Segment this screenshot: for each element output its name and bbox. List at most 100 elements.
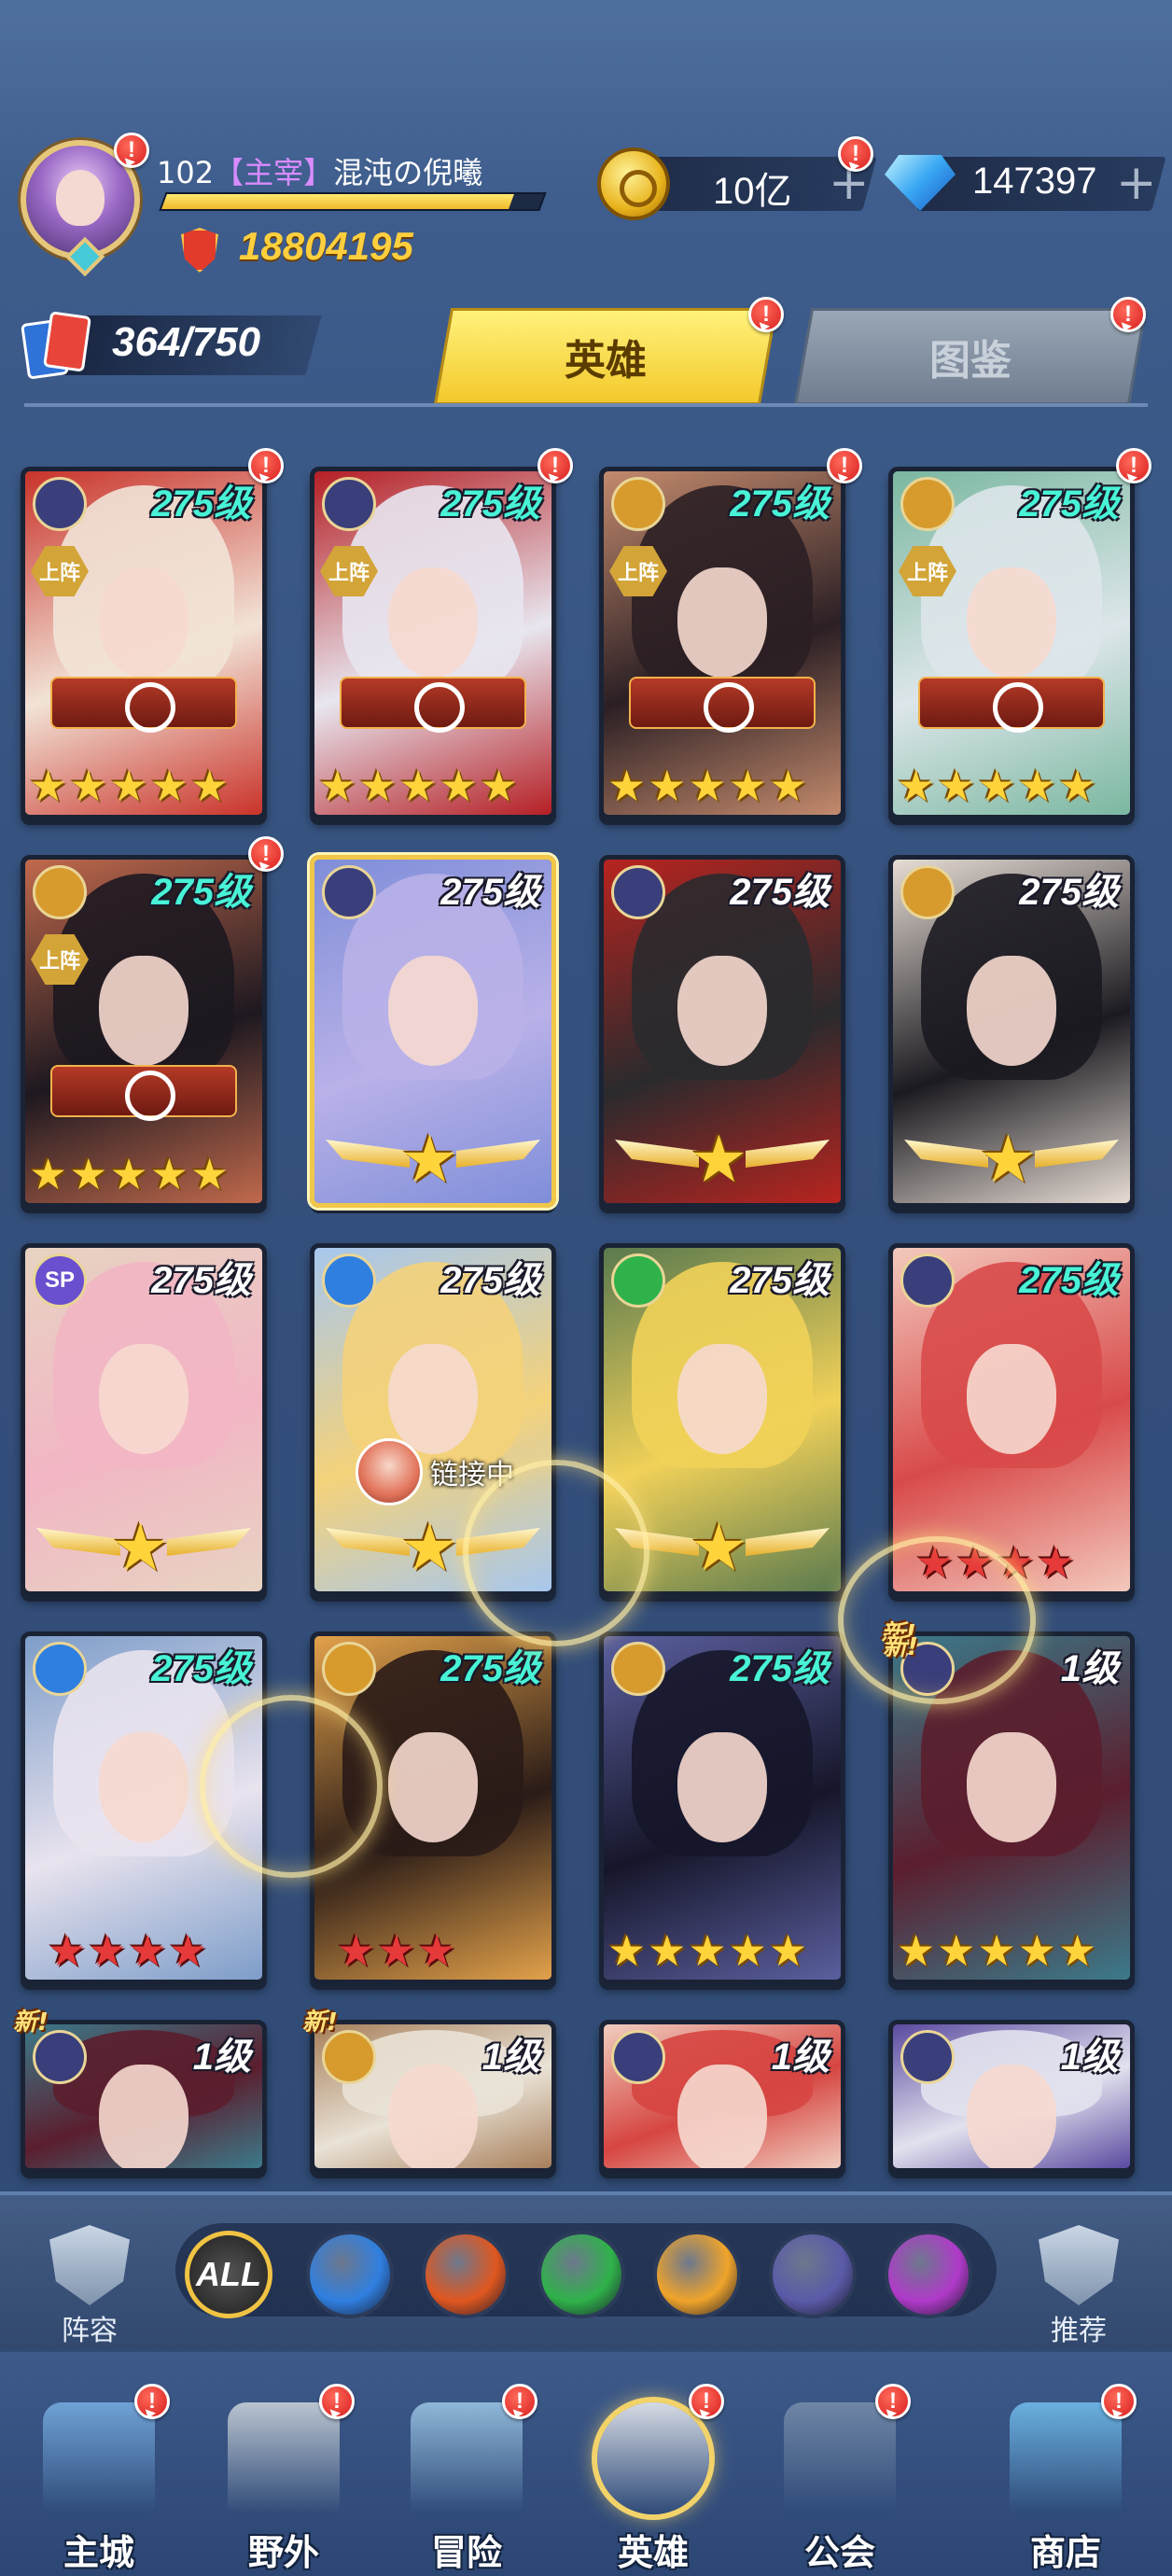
hero-card[interactable]: 275级 上阵 ★ ★ ★ ★ ★ bbox=[21, 467, 267, 819]
tab-heroes-label: 英雄 bbox=[565, 337, 647, 385]
wing-right bbox=[1035, 1140, 1119, 1168]
star-icon: ★ bbox=[915, 1537, 955, 1588]
hero-card[interactable]: 275级 上阵 ★ ★ ★ ★ ★ bbox=[888, 467, 1135, 819]
hero-alert-icon: ! bbox=[248, 836, 284, 872]
filter-chaos-icon[interactable] bbox=[885, 2231, 972, 2318]
hero-alert-icon: ! bbox=[537, 448, 573, 483]
filter-dark-icon[interactable] bbox=[769, 2231, 857, 2318]
hero-card[interactable]: 275级 ★ bbox=[599, 1243, 845, 1596]
hero-face bbox=[967, 1732, 1056, 1843]
wing-left bbox=[326, 1528, 410, 1556]
hero-level: 275级 bbox=[730, 872, 830, 913]
star-rating: ★ ★ ★ ★ ★ bbox=[318, 764, 548, 807]
star-rating: ★ ★ ★ ★ ★ bbox=[607, 764, 837, 807]
faction-dark-icon bbox=[322, 865, 376, 919]
wing-right bbox=[456, 1528, 540, 1556]
avatar-gem-icon bbox=[64, 236, 105, 277]
faction-light-icon bbox=[900, 865, 955, 919]
new-badge: 新! bbox=[883, 1633, 918, 1661]
hero-face bbox=[677, 1732, 767, 1843]
nav-label: 英雄 bbox=[617, 2532, 689, 2573]
recommend-button[interactable]: 推荐 bbox=[1032, 2225, 1125, 2347]
hero-face bbox=[388, 1732, 478, 1843]
hero-emblem-icon bbox=[50, 677, 237, 733]
hero-face bbox=[99, 956, 188, 1067]
wing-right bbox=[746, 1140, 830, 1168]
hero-level: 275级 bbox=[1019, 872, 1119, 913]
hero-card[interactable]: 1级 bbox=[888, 2020, 1135, 2173]
star-icon: ★ bbox=[318, 761, 357, 811]
tab-codex-label: 图鉴 bbox=[929, 337, 1012, 385]
hero-card[interactable]: 275级 ★ ★ ★ ★ ★ bbox=[599, 1631, 845, 1984]
star-rating: ★ ★ ★ ★ bbox=[29, 1929, 258, 1972]
hero-card[interactable]: 275级 上阵 ★ ★ ★ ★ ★ bbox=[599, 467, 845, 819]
portal-icon bbox=[228, 2402, 340, 2514]
trident-icon bbox=[411, 2402, 523, 2514]
hero-card[interactable]: 275级 链接中 ★ bbox=[310, 1243, 556, 1596]
filter-water-icon[interactable] bbox=[306, 2231, 394, 2318]
hero-face bbox=[677, 956, 767, 1067]
star-icon: ★ bbox=[109, 761, 148, 811]
faction-sp-icon: SP bbox=[33, 1253, 87, 1308]
lineup-label: 阵容 bbox=[62, 2315, 118, 2347]
star-icon: ★ bbox=[897, 1925, 936, 1976]
faction-dark-icon bbox=[33, 477, 87, 531]
hero-card[interactable]: 275级 ★ ★ ★ ★ bbox=[21, 1631, 267, 1984]
star-icon: ★ bbox=[977, 1925, 1016, 1976]
faction-dark-icon bbox=[33, 2030, 87, 2084]
faction-dark-icon bbox=[611, 2030, 665, 2084]
star-icon: ★ bbox=[607, 1925, 647, 1976]
filter-light-icon[interactable] bbox=[653, 2231, 741, 2318]
tab-codex[interactable]: 图鉴 bbox=[793, 308, 1148, 405]
player-name-line: 102【主宰】混沌の倪曦 bbox=[157, 149, 482, 192]
star-rating: ★ ★ ★ ★ bbox=[897, 1541, 1126, 1584]
winged-star-icon: ★ bbox=[326, 1127, 540, 1194]
hero-card[interactable]: 275级 ★ ★ ★ ★ bbox=[888, 1243, 1135, 1596]
diamond-plus-button[interactable]: + bbox=[1116, 159, 1157, 207]
nav-label: 冒险 bbox=[430, 2532, 502, 2573]
hero-card[interactable]: 275级 ★ bbox=[310, 855, 556, 1208]
hero-level: 1级 bbox=[481, 2037, 540, 2078]
hero-card[interactable]: 275级 ★ ★ ★ bbox=[310, 1631, 556, 1984]
nav-alert-icon: ! bbox=[1101, 2384, 1137, 2419]
star-icon: ★ bbox=[688, 761, 727, 811]
hero-level: 275级 bbox=[440, 872, 540, 913]
hero-face bbox=[967, 567, 1056, 679]
hero-card[interactable]: SP 275级 ★ bbox=[21, 1243, 267, 1596]
hero-card[interactable]: 275级 ★ bbox=[599, 855, 845, 1208]
hero-card[interactable]: 1级 bbox=[310, 2020, 556, 2173]
hero-emblem-icon bbox=[629, 677, 816, 733]
lineup-button[interactable]: 阵容 bbox=[43, 2225, 136, 2347]
tab-heroes[interactable]: 英雄 bbox=[433, 308, 778, 405]
star-icon: ★ bbox=[69, 761, 108, 811]
hero-card[interactable]: 1级 bbox=[599, 2020, 845, 2173]
hero-level: 1级 bbox=[771, 2037, 830, 2078]
hero-card[interactable]: 275级 上阵 ★ ★ ★ ★ ★ bbox=[21, 855, 267, 1208]
hero-level: 275级 bbox=[440, 483, 540, 525]
hero-card[interactable]: 275级 上阵 ★ ★ ★ ★ ★ bbox=[310, 467, 556, 819]
player-title: 【主宰】 bbox=[214, 155, 334, 190]
hero-card[interactable]: 1级 ★ ★ ★ ★ ★ bbox=[888, 1631, 1135, 1984]
star-icon: ★ bbox=[400, 1509, 459, 1586]
star-icon: ★ bbox=[897, 761, 936, 811]
star-icon: ★ bbox=[1017, 1925, 1056, 1976]
hero-level: 275级 bbox=[1019, 483, 1119, 525]
linking-indicator: 链接中 bbox=[356, 1438, 514, 1505]
exp-bar bbox=[159, 192, 547, 211]
hero-face bbox=[99, 2065, 188, 2168]
avatar-face bbox=[56, 170, 105, 226]
filter-fire-icon[interactable] bbox=[422, 2231, 509, 2318]
nav-alert-icon: ! bbox=[319, 2384, 355, 2419]
hero-card[interactable]: 275级 ★ bbox=[888, 855, 1135, 1208]
filter-all-button[interactable]: ALL bbox=[185, 2231, 272, 2318]
nav-label: 主城 bbox=[63, 2532, 134, 2573]
hero-level: 275级 bbox=[730, 483, 830, 525]
star-icon: ★ bbox=[1017, 761, 1056, 811]
wing-right bbox=[746, 1528, 830, 1556]
filter-wind-icon[interactable] bbox=[537, 2231, 625, 2318]
star-rating: ★ ★ ★ ★ ★ bbox=[29, 1153, 258, 1196]
faction-light-icon bbox=[33, 865, 87, 919]
faction-dark-icon bbox=[900, 1253, 955, 1308]
gold-coin-icon bbox=[597, 147, 670, 220]
hero-card[interactable]: 1级 bbox=[21, 2020, 267, 2173]
